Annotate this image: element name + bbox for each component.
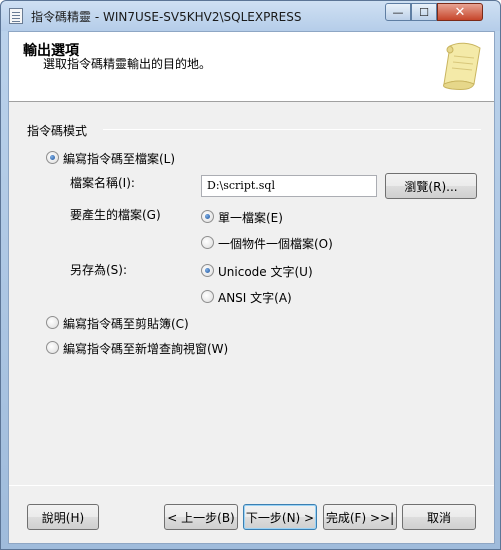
document-icon bbox=[9, 8, 23, 24]
help-button[interactable]: 說明(H) bbox=[27, 504, 99, 530]
page-description: 選取指令碼精靈輸出的目的地。 bbox=[43, 57, 212, 71]
radio-script-to-file[interactable] bbox=[46, 151, 59, 164]
maximize-button[interactable]: ☐ bbox=[411, 3, 437, 21]
close-icon: ✕ bbox=[454, 4, 466, 20]
file-name-input[interactable]: D:\script.sql bbox=[201, 175, 377, 197]
radio-unicode-text[interactable] bbox=[201, 264, 214, 277]
page-header: 輸出選項 選取指令碼精靈輸出的目的地。 bbox=[9, 32, 494, 102]
minimize-button[interactable]: — bbox=[385, 3, 411, 21]
minimize-icon: — bbox=[392, 5, 404, 19]
close-button[interactable]: ✕ bbox=[437, 3, 483, 21]
footer-divider bbox=[9, 485, 494, 486]
browse-button[interactable]: 瀏覽(R)... bbox=[385, 173, 477, 199]
label-file-name: 檔案名稱(I): bbox=[70, 176, 135, 190]
wizard-window: 指令碼精靈 - WIN7USE-SV5KHV2\SQLEXPRESS — ☐ ✕… bbox=[0, 0, 501, 550]
label-save-as: 另存為(S): bbox=[70, 263, 128, 277]
radio-script-to-new-query[interactable] bbox=[46, 341, 59, 354]
label-single-file[interactable]: 單一檔案(E) bbox=[218, 209, 283, 226]
previous-button[interactable]: < 上一步(B) bbox=[164, 504, 238, 530]
radio-single-file[interactable] bbox=[201, 210, 214, 223]
window-title: 指令碼精靈 - WIN7USE-SV5KHV2\SQLEXPRESS bbox=[31, 10, 302, 24]
label-ansi-text[interactable]: ANSI 文字(A) bbox=[218, 289, 292, 306]
maximize-icon: ☐ bbox=[419, 5, 429, 19]
radio-one-file-per-object[interactable] bbox=[201, 236, 214, 249]
label-files-to-generate: 要產生的檔案(G) bbox=[70, 208, 161, 222]
finish-button[interactable]: 完成(F) >>| bbox=[323, 504, 397, 530]
script-mode-group-label: 指令碼模式 bbox=[27, 124, 88, 138]
scroll-icon bbox=[443, 42, 481, 90]
label-script-to-file[interactable]: 編寫指令碼至檔案(L) bbox=[63, 150, 175, 167]
group-divider bbox=[103, 129, 481, 130]
wizard-page: 輸出選項 選取指令碼精靈輸出的目的地。 指令碼模式 編寫指令碼至檔案(L) 檔案… bbox=[8, 31, 495, 544]
radio-script-to-clipboard[interactable] bbox=[46, 316, 59, 329]
label-one-file-per-object[interactable]: 一個物件一個檔案(O) bbox=[218, 235, 333, 252]
label-script-to-clipboard[interactable]: 編寫指令碼至剪貼簿(C) bbox=[63, 315, 189, 332]
radio-ansi-text[interactable] bbox=[201, 290, 214, 303]
label-unicode-text[interactable]: Unicode 文字(U) bbox=[218, 263, 313, 280]
label-script-to-new-query[interactable]: 編寫指令碼至新增查詢視窗(W) bbox=[63, 340, 228, 357]
next-button[interactable]: 下一步(N) > bbox=[243, 504, 317, 530]
title-bar[interactable]: 指令碼精靈 - WIN7USE-SV5KHV2\SQLEXPRESS — ☐ ✕ bbox=[1, 1, 500, 31]
cancel-button[interactable]: 取消 bbox=[402, 504, 476, 530]
